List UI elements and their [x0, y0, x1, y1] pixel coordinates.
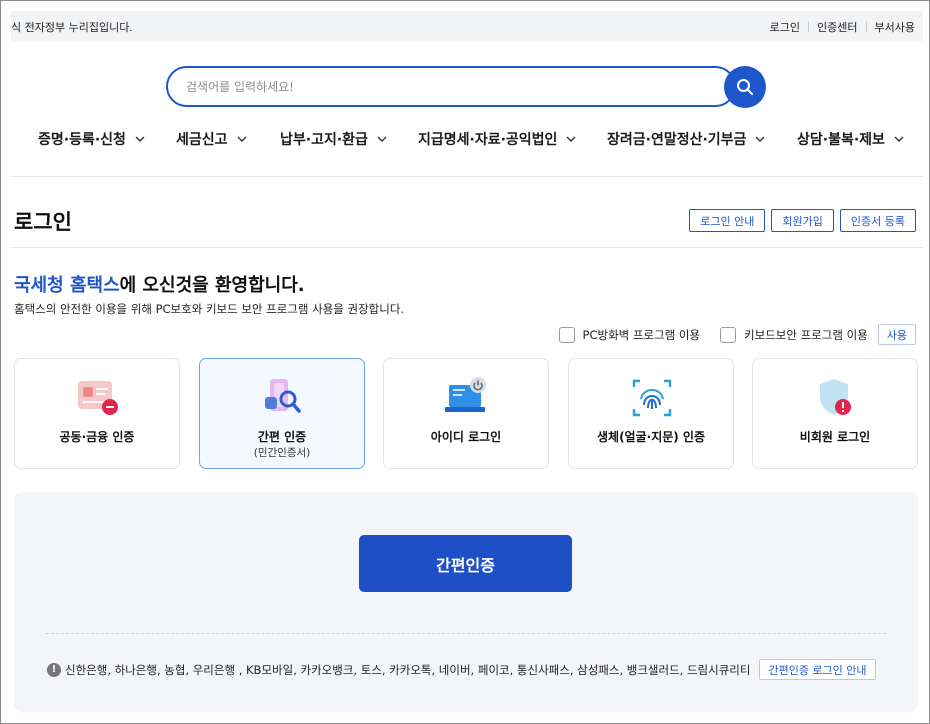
nav-label: 지급명세·자료·공익법인	[418, 132, 558, 148]
method-biometric[interactable]: 생체(얼굴·지문) 인증	[568, 358, 734, 469]
method-guest-login[interactable]: 비회원 로그인	[752, 358, 918, 469]
main-navigation: 증명·등록·신청 세금신고 납부·고지·환급 지급명세·자료·공익법인 장려금·…	[11, 129, 923, 159]
simple-auth-button[interactable]: 간편인증	[359, 535, 572, 592]
search-input[interactable]	[168, 68, 734, 105]
providers-list: 신한은행, 하나은행, 농협, 우리은행 , KB모바일, 카카오뱅크, 토스,…	[65, 662, 751, 677]
search-icon	[737, 79, 753, 95]
signup-button[interactable]: 회원가입	[771, 209, 834, 232]
nav-statements[interactable]: 지급명세·자료·공익법인	[418, 129, 577, 149]
nav-label: 장려금·연말정산·기부금	[607, 132, 747, 148]
login-guide-button[interactable]: 로그인 안내	[689, 209, 766, 232]
laptop-power-icon	[445, 377, 486, 412]
keyboard-security-option: 키보드보안 프로그램 이용	[720, 326, 868, 343]
nav-label: 납부·고지·환급	[280, 132, 368, 148]
welcome-subtext: 홈택스의 안전한 이용을 위해 PC보호와 키보드 보안 프로그램 사용을 권장…	[14, 302, 405, 316]
welcome-heading: 국세청 홈택스에 오신것을 환영합니다.	[14, 271, 305, 297]
nav-certificates[interactable]: 증명·등록·신청	[38, 129, 146, 149]
chevron-down-icon	[894, 136, 904, 142]
simple-auth-panel: 간편인증 ! 신한은행, 하나은행, 농협, 우리은행 , KB모바일, 카카오…	[14, 492, 918, 712]
divider	[11, 176, 923, 177]
welcome-text: 에 오신것을 환영합니다.	[119, 275, 305, 296]
security-options: PC방화벽 프로그램 이용 키보드보안 프로그램 이용 사용	[558, 324, 916, 345]
keyboard-security-checkbox[interactable]	[720, 326, 737, 343]
chevron-down-icon	[135, 136, 145, 142]
pc-firewall-checkbox[interactable]	[558, 326, 575, 343]
pc-firewall-option: PC방화벽 프로그램 이용	[558, 326, 701, 343]
method-simple-auth[interactable]: 간편 인증 (민간인증서)	[199, 358, 365, 469]
fingerprint-icon	[632, 379, 672, 417]
browser-viewport: 식 전자정부 누리집입니다. 로그인 인증센터 부서사용 증명·등록·신청 세금…	[0, 0, 930, 724]
providers-info: ! 신한은행, 하나은행, 농협, 우리은행 , KB모바일, 카카오뱅크, 토…	[47, 659, 876, 680]
gov-notice: 식 전자정부 누리집입니다.	[11, 21, 133, 34]
simple-auth-guide-button[interactable]: 간편인증 로그인 안내	[759, 659, 876, 680]
chevron-down-icon	[755, 136, 765, 142]
nav-consulting[interactable]: 상담·불복·제보	[797, 129, 905, 149]
department-link[interactable]: 부서사용	[867, 19, 923, 35]
method-label: 비회원 로그인	[799, 430, 871, 444]
divider	[46, 633, 886, 634]
login-methods: 공동·금융 인증 간편 인증 (민간인증서) 아이디 로그인 생체(얼굴·지문)…	[14, 358, 918, 469]
nav-tax-filing[interactable]: 세금신고	[176, 129, 248, 149]
nav-payment[interactable]: 납부·고지·환급	[280, 129, 388, 149]
method-label: 아이디 로그인	[430, 430, 502, 444]
pc-firewall-label: PC방화벽 프로그램 이용	[582, 327, 701, 342]
simple-auth-search-icon	[265, 379, 301, 413]
top-utility-bar: 식 전자정부 누리집입니다. 로그인 인증센터 부서사용	[11, 11, 923, 41]
keyboard-security-label: 키보드보안 프로그램 이용	[744, 327, 868, 342]
method-label: 간편 인증	[257, 430, 307, 444]
brand-name: 국세청 홈택스	[14, 275, 120, 296]
method-joint-cert[interactable]: 공동·금융 인증	[14, 358, 180, 469]
method-id-login[interactable]: 아이디 로그인	[383, 358, 549, 469]
register-cert-button[interactable]: 인증서 등록	[839, 209, 916, 232]
use-button[interactable]: 사용	[877, 324, 916, 345]
nav-label: 세금신고	[176, 132, 228, 148]
nav-label: 증명·등록·신청	[38, 132, 126, 148]
title-actions: 로그인 안내 회원가입 인증서 등록	[689, 209, 916, 232]
chevron-down-icon	[377, 136, 387, 142]
search-button[interactable]	[724, 66, 766, 108]
search-box	[166, 66, 736, 107]
divider	[11, 247, 923, 248]
method-label: 생체(얼굴·지문) 인증	[596, 430, 706, 444]
chevron-down-icon	[566, 136, 576, 142]
certificate-card-icon	[78, 381, 118, 415]
nav-label: 상담·불복·제보	[797, 132, 885, 148]
utility-links: 로그인 인증센터 부서사용	[762, 19, 923, 35]
shield-alert-icon	[820, 379, 851, 415]
nav-incentives[interactable]: 장려금·연말정산·기부금	[607, 129, 766, 149]
page-title: 로그인	[14, 210, 72, 234]
cert-center-link[interactable]: 인증센터	[809, 19, 865, 35]
login-link[interactable]: 로그인	[762, 19, 808, 35]
info-icon: !	[47, 662, 61, 677]
method-label: 공동·금융 인증	[59, 430, 135, 444]
method-sublabel: (민간인증서)	[253, 447, 311, 459]
chevron-down-icon	[237, 136, 247, 142]
